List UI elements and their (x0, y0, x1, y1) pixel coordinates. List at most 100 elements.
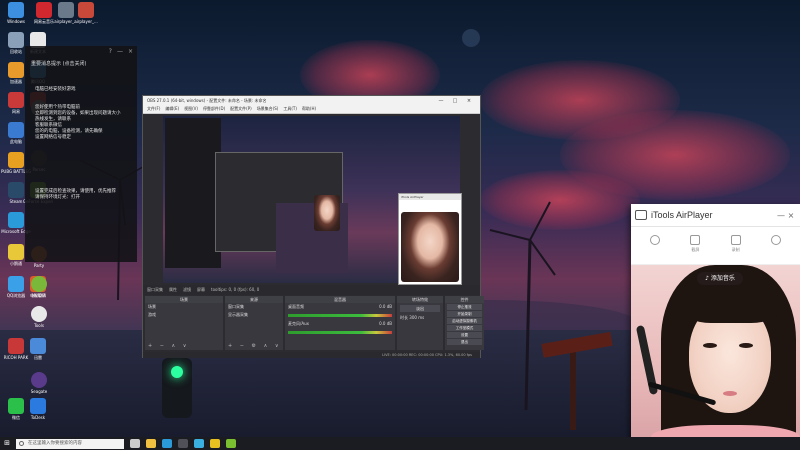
app-icon (8, 398, 24, 414)
menu-file[interactable]: 文件(F) (147, 106, 160, 112)
scenes-dock: 场景 场景 游戏 + − ∧ ∨ (145, 296, 223, 350)
source-name: 窗口采集 (147, 287, 163, 292)
airplayer-toolbar: 截屏 录制 (631, 227, 800, 265)
wechat-icon[interactable] (210, 439, 220, 448)
notification-body: 电脑已经安装好游戏 您好使用个热带电脑前 立即检测到您的设备，如果出现问题请大小… (25, 69, 137, 201)
mixer-meter[interactable] (288, 314, 392, 317)
app-icon (31, 306, 47, 322)
minimize-icon[interactable]: — (776, 211, 786, 220)
close-icon[interactable]: × (786, 211, 796, 220)
task-view-icon[interactable] (130, 439, 140, 448)
menu-scene-collection[interactable]: 场景集合(S) (257, 106, 279, 112)
windows-start-icon[interactable]: ⊞ (0, 437, 14, 450)
scene-item[interactable]: 场景 (145, 303, 223, 311)
minimize-icon[interactable]: — (117, 48, 123, 56)
desktop-icon[interactable]: ToDesk (23, 398, 53, 420)
desktop-icon[interactable]: Tools (24, 306, 54, 328)
help-icon[interactable]: ? (109, 48, 112, 56)
maximize-icon[interactable]: □ (448, 98, 462, 104)
screen-label: 屏幕 (197, 287, 205, 292)
app-icon (8, 62, 24, 78)
app-icon (8, 122, 24, 138)
source-controls[interactable]: + − ⚙ ∧ ∨ (228, 343, 282, 349)
minimize-icon[interactable]: — (434, 98, 448, 104)
desktop-icon-label: Windows (7, 19, 25, 24)
obs-statusbar: LIVE: 00:00:00 REC: 00:00:00 CPU: 1.3%, … (143, 352, 480, 358)
add-music-button[interactable]: ♪ 添加音乐 (697, 272, 743, 285)
fullscreen-icon[interactable] (767, 234, 785, 257)
app-icon (30, 338, 46, 354)
start-recording-button[interactable]: 开始录制 (447, 311, 482, 317)
obs-title: OBS 27.0.1 (64-bit, windows) - 配置文件: 未命名… (147, 97, 267, 103)
desktop-icon-label: Party (33, 263, 45, 268)
obs-docks: 场景 场景 游戏 + − ∧ ∨ 来源 窗口采集 显示器采集 + − ⚙ ∧ ∨… (143, 295, 484, 351)
filters-button[interactable]: 滤镜 (183, 287, 191, 293)
source-item[interactable]: 显示器采集 (225, 311, 283, 319)
desktop-icon[interactable]: airplayer_... (71, 2, 101, 24)
preview-nested-camera (314, 195, 340, 231)
desktop-icon[interactable]: Seagate (24, 372, 54, 394)
settings-button[interactable]: 设置 (447, 332, 482, 338)
file-explorer-icon[interactable] (146, 439, 156, 448)
wallpaper-sign (541, 331, 613, 430)
desktop-icon-label: Seagate (30, 389, 48, 394)
notification-window-controls: ? — × (25, 46, 137, 58)
stop-streaming-button[interactable]: 停止推流 (447, 304, 482, 310)
mixer-meter[interactable] (288, 331, 392, 334)
search-icon (19, 440, 24, 446)
airplayer-title: iTools AirPlayer (651, 210, 713, 220)
person-eye (703, 343, 717, 348)
obs-icon[interactable] (178, 439, 188, 448)
scenes-dock-title: 场景 (145, 296, 223, 303)
obs-menubar: 文件(F) 编辑(E) 视图(V) 停靠部件(D) 配置文件(P) 场景集合(S… (143, 105, 480, 114)
transition-select[interactable]: 淡出 (400, 305, 440, 312)
qq-icon[interactable] (226, 439, 236, 448)
taskbar: ⊞ 在这里输入你要搜索的内容 (0, 437, 800, 450)
exit-button[interactable]: 退出 (447, 339, 482, 345)
scene-controls[interactable]: + − ∧ ∨ (148, 343, 189, 349)
taskbar-search-input[interactable]: 在这里输入你要搜索的内容 (16, 438, 124, 449)
menu-view[interactable]: 视图(V) (184, 106, 198, 112)
obs-source-toolbar: 窗口采集 属性 滤镜 屏幕 tooltips: 0, 0 (fps): 60, … (143, 285, 480, 295)
duration-field[interactable]: 时长 300 ms (397, 314, 443, 322)
obs-titlebar[interactable]: OBS 27.0.1 (64-bit, windows) - 配置文件: 未命名… (143, 96, 480, 105)
airplayer-video[interactable]: ♪ 添加音乐 (631, 265, 800, 450)
screenshot-icon[interactable]: 截屏 (686, 234, 704, 257)
menu-tools[interactable]: 工具(T) (283, 106, 297, 112)
scene-item[interactable]: 游戏 (145, 311, 223, 319)
menu-profile[interactable]: 配置文件(P) (230, 106, 252, 112)
mixer-dock: 混音器 桌面音频 0.0 dB 麦克风/Aux 0.0 dB (285, 296, 395, 350)
airplayer-titlebar[interactable]: iTools AirPlayer — × (631, 204, 800, 227)
desktop-icon[interactable]: Windows (1, 2, 31, 24)
menu-docks[interactable]: 停靠部件(D) (203, 106, 225, 112)
airplayer-window[interactable]: iTools AirPlayer — × 截屏 录制 ♪ 添加音乐 (631, 204, 800, 450)
source-item[interactable]: 窗口采集 (225, 303, 283, 311)
edge-icon[interactable] (162, 439, 172, 448)
controls-dock: 控件 停止推流 开始录制 启动虚拟摄像机 工作室模式 设置 退出 (445, 296, 484, 350)
desktop-icon[interactable]: NVIDIA (24, 276, 54, 298)
desktop-icon-label: NVIDIA (32, 293, 46, 298)
properties-button[interactable]: 属性 (169, 287, 177, 293)
notification-header-line: 电脑已经安装好游戏 (35, 87, 76, 92)
preview-nested-obs (215, 152, 348, 273)
close-icon[interactable]: × (128, 48, 133, 56)
app-icon (31, 276, 47, 292)
preview-airplayer-window: iTools AirPlayer (398, 193, 462, 285)
virtual-camera-button[interactable]: 启动虚拟摄像机 (447, 318, 482, 324)
notification-top-row[interactable]: 重要消息提示 (点击关闭) (25, 58, 137, 69)
app-icon (8, 182, 24, 198)
notification-panel: ? — × 重要消息提示 (点击关闭) 电脑已经安装好游戏 您好使用个热带电脑前… (25, 46, 137, 262)
menu-help[interactable]: 帮助(H) (302, 106, 316, 112)
desktop-icon[interactable]: 迅雷 (23, 338, 53, 360)
record-icon[interactable]: 录制 (727, 234, 745, 257)
preview-airplayer-video (401, 212, 459, 282)
menu-edit[interactable]: 编辑(E) (165, 106, 179, 112)
app-icon (8, 92, 24, 108)
preview-nested-desktop (165, 118, 221, 268)
taskbar-apps (124, 439, 236, 448)
mixer-track-name: 麦克风/Aux 0.0 dB (288, 321, 392, 326)
close-icon[interactable]: × (462, 98, 476, 104)
rotate-icon[interactable] (646, 234, 664, 257)
studio-mode-button[interactable]: 工作室模式 (447, 325, 482, 331)
itools-icon[interactable] (194, 439, 204, 448)
